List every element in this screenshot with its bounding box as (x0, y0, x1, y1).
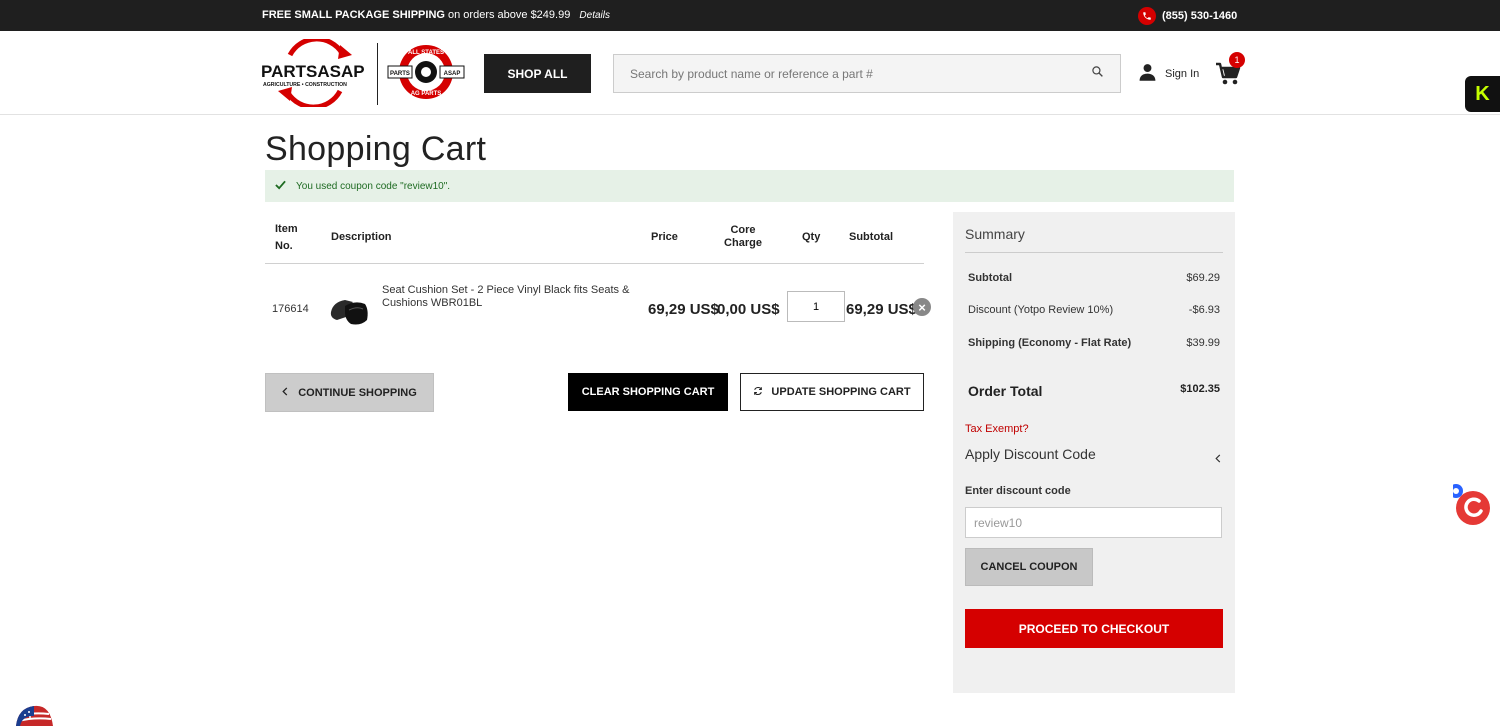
logo2-top-text: ALL STATES (408, 50, 444, 56)
subtotal-value: $69.29 (1186, 272, 1220, 284)
cart-item-row: 176614 Seat Cushion Set - 2 Piece Vinyl … (265, 264, 945, 354)
order-total-row: Order Total $102.35 (968, 383, 1220, 399)
product-image[interactable] (327, 290, 371, 328)
shipping-value: $39.99 (1186, 337, 1220, 349)
phone-link[interactable]: (855) 530-1460 (1138, 7, 1237, 25)
user-icon (1138, 62, 1157, 85)
summary-divider (965, 252, 1223, 253)
discount-code-input[interactable] (965, 507, 1222, 538)
item-subtotal: 69,29 US$ (846, 301, 917, 318)
site-header: PARTSASAP AGRICULTURE • CONSTRUCTION PAR… (0, 31, 1500, 115)
page-title: Shopping Cart (265, 130, 487, 168)
sign-in-label: Sign In (1165, 67, 1200, 80)
order-summary-panel: Summary Subtotal $69.29 Discount (Yotpo … (953, 212, 1235, 693)
discount-code-label: Enter discount code (965, 485, 1071, 497)
col-description: Description (331, 231, 392, 243)
coupon-success-message: You used coupon code "review10". (265, 170, 1234, 202)
shipping-promo-bold: FREE SMALL PACKAGE SHIPPING (262, 9, 445, 21)
shipping-promo-text: on orders above $249.99 (448, 9, 571, 21)
search-icon[interactable] (1091, 65, 1104, 83)
us-flag-icon[interactable] (16, 702, 53, 726)
col-subtotal: Subtotal (849, 231, 893, 243)
shop-all-button[interactable]: SHOP ALL (484, 54, 591, 93)
proceed-to-checkout-button[interactable]: PROCEED TO CHECKOUT (965, 609, 1223, 648)
shipping-details-link[interactable]: Details (579, 10, 610, 21)
continue-shopping-label: CONTINUE SHOPPING (298, 386, 417, 399)
item-core-charge: 0,00 US$ (717, 301, 780, 318)
search-input[interactable] (630, 66, 1091, 81)
logo2-bottom-text: AG PARTS (411, 91, 442, 97)
product-description-link[interactable]: Seat Cushion Set - 2 Piece Vinyl Black f… (382, 284, 632, 310)
top-announcement-bar: FREE SMALL PACKAGE SHIPPING on orders ab… (0, 0, 1500, 31)
partsasap-logo[interactable]: PARTSASAP AGRICULTURE • CONSTRUCTION (260, 39, 370, 107)
phone-icon (1138, 7, 1156, 25)
summary-subtotal-row: Subtotal $69.29 (968, 272, 1220, 284)
order-total-label: Order Total (968, 383, 1043, 399)
chevron-left-icon (282, 386, 288, 399)
sign-in-link[interactable]: Sign In (1138, 62, 1199, 85)
phone-number: (855) 530-1460 (1162, 10, 1238, 22)
all-states-ag-parts-logo[interactable]: PARTS ASAP ALL STATES AG PARTS (386, 43, 466, 101)
apply-discount-label: Apply Discount Code (965, 446, 1096, 462)
remove-item-icon[interactable]: × (913, 298, 931, 316)
summary-shipping-row: Shipping (Economy - Flat Rate) $39.99 (968, 337, 1220, 349)
logo2-right-text: ASAP (444, 71, 461, 77)
search-bar (613, 54, 1121, 93)
summary-discount-row: Discount (Yotpo Review 10%) -$6.93 (968, 304, 1220, 316)
update-cart-button[interactable]: UPDATE SHOPPING CART (740, 373, 924, 411)
chevron-left-icon (1215, 446, 1221, 466)
logo2-left-text: PARTS (390, 71, 410, 77)
apply-discount-toggle[interactable]: Apply Discount Code (965, 446, 1221, 466)
logo-divider (377, 43, 378, 105)
tax-exempt-link[interactable]: Tax Exempt? (965, 423, 1029, 435)
cart-table-header: Item No. Description Price Core Charge Q… (265, 212, 924, 264)
logo-text: PARTSASAP (261, 62, 365, 81)
cart-count-badge: 1 (1229, 52, 1245, 68)
checkmark-icon (275, 180, 286, 193)
shipping-promo: FREE SMALL PACKAGE SHIPPING on orders ab… (262, 9, 610, 21)
coupon-success-text: You used coupon code "review10". (296, 180, 451, 192)
update-cart-label: UPDATE SHOPPING CART (771, 386, 911, 398)
rewards-widget-icon[interactable] (1453, 483, 1500, 535)
col-price: Price (651, 231, 678, 243)
summary-title: Summary (965, 226, 1025, 242)
item-number: 176614 (272, 303, 309, 315)
col-core-charge: Core Charge (724, 224, 762, 249)
k-widget-button[interactable]: K (1465, 76, 1500, 112)
shipping-label: Shipping (Economy - Flat Rate) (968, 337, 1132, 349)
continue-shopping-button[interactable]: CONTINUE SHOPPING (265, 373, 434, 412)
quantity-input[interactable] (787, 291, 845, 322)
item-price: 69,29 US$ (648, 301, 719, 318)
clear-cart-button[interactable]: CLEAR SHOPPING CART (568, 373, 728, 411)
logo-subtext: AGRICULTURE • CONSTRUCTION (263, 82, 347, 88)
discount-value: -$6.93 (1188, 304, 1220, 316)
subtotal-label: Subtotal (968, 272, 1012, 284)
discount-label: Discount (Yotpo Review 10%) (968, 304, 1114, 316)
col-qty: Qty (802, 231, 821, 243)
refresh-icon (753, 386, 763, 399)
col-item-no: Item No. (275, 223, 298, 252)
order-total-value: $102.35 (1180, 383, 1220, 395)
cancel-coupon-button[interactable]: CANCEL COUPON (965, 548, 1093, 586)
